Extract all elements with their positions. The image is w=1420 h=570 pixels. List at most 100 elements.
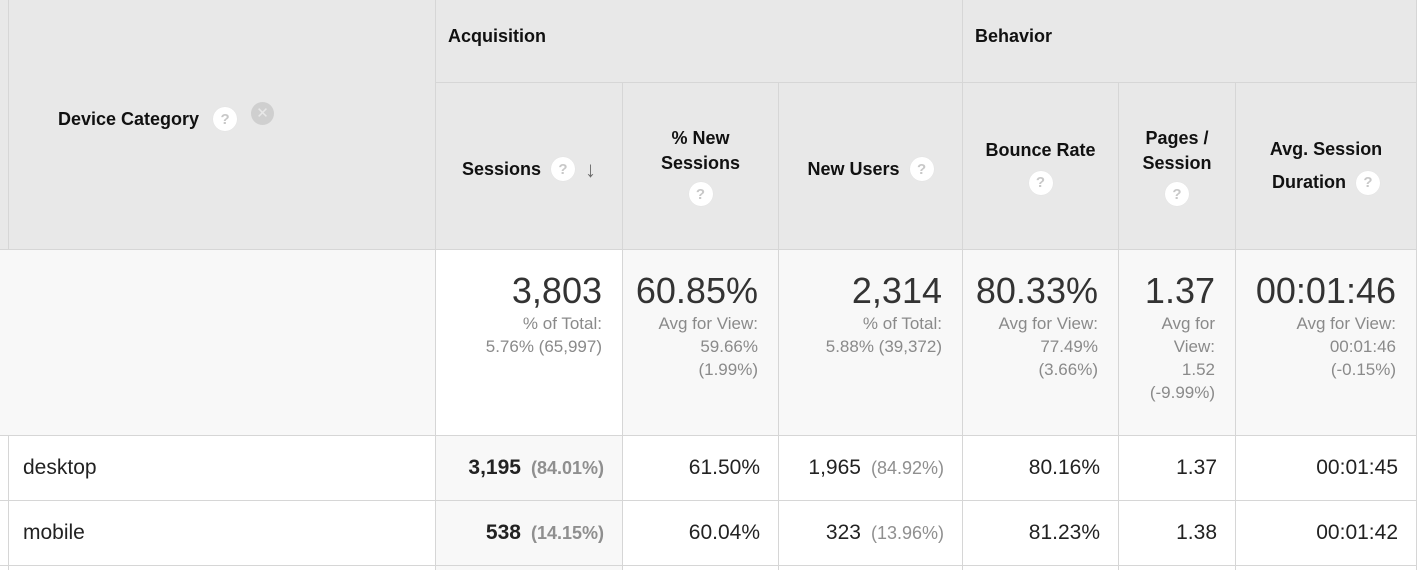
- cell-partial: [779, 566, 963, 570]
- gutter-row: [0, 566, 9, 570]
- total-sub: Avg for View:: [658, 314, 758, 333]
- total-value: 60.85%: [635, 270, 758, 311]
- cell-partial: [623, 566, 779, 570]
- column-label-line2: Duration: [1272, 172, 1346, 192]
- group-header-acquisition: Acquisition: [436, 0, 963, 83]
- group-label: Acquisition: [448, 26, 546, 46]
- total-sessions: 3,803 % of Total: 5.76% (65,997): [436, 250, 623, 436]
- total-sub: % of Total:: [862, 314, 942, 333]
- new-users-pct: (84.92%): [870, 457, 944, 478]
- table-row[interactable]: desktop: [9, 436, 436, 501]
- column-header-pages-per-session[interactable]: Pages / Session ?: [1119, 83, 1236, 250]
- column-label: Bounce Rate: [985, 139, 1096, 160]
- sessions-pct: (84.01%): [530, 457, 604, 478]
- bounce-rate-value: 80.16%: [1028, 456, 1100, 479]
- total-sub: 00:01:46: [1329, 337, 1396, 356]
- total-sub: View:: [1173, 337, 1215, 356]
- pages-per-session-value: 1.38: [1176, 521, 1217, 544]
- total-value: 80.33%: [975, 270, 1098, 311]
- new-users-value: 323: [825, 521, 861, 544]
- total-sub: 77.49%: [1040, 337, 1098, 356]
- help-icon[interactable]: ?: [688, 182, 713, 206]
- total-sub: % of Total:: [522, 314, 602, 333]
- sessions-value: 3,195: [468, 456, 521, 479]
- column-label: % New: [671, 128, 730, 148]
- new-users-value: 1,965: [808, 456, 861, 479]
- help-icon[interactable]: ?: [1356, 170, 1380, 195]
- totals-dimension-cell: [9, 250, 436, 436]
- total-sub: (-0.15%): [1330, 360, 1396, 379]
- column-label-line2: Session: [1142, 153, 1212, 173]
- cell-new-sessions-pct: 60.04%: [623, 501, 779, 566]
- sort-descending-icon[interactable]: ↓: [585, 157, 596, 182]
- group-label: Behavior: [975, 26, 1053, 46]
- column-header-new-sessions-pct[interactable]: % New Sessions ?: [623, 83, 779, 250]
- new-sessions-pct-value: 60.04%: [688, 521, 760, 544]
- cell-sessions: 3,195 (84.01%): [436, 436, 623, 501]
- help-icon[interactable]: ?: [1165, 182, 1189, 206]
- new-users-pct: (13.96%): [870, 522, 944, 543]
- total-avg-session-duration: 00:01:46 Avg for View: 00:01:46 (-0.15%): [1236, 250, 1417, 436]
- total-sub: (-9.99%): [1149, 383, 1215, 402]
- remove-dimension-icon[interactable]: ✕: [251, 101, 275, 125]
- table-row[interactable]: mobile: [9, 501, 436, 566]
- row-select-gutter: [0, 0, 9, 250]
- sessions-pct: (14.15%): [530, 522, 604, 543]
- total-sub: 1.52: [1181, 360, 1215, 379]
- cell-partial: [963, 566, 1119, 570]
- total-new-sessions-pct: 60.85% Avg for View: 59.66% (1.99%): [623, 250, 779, 436]
- help-icon[interactable]: ?: [551, 157, 576, 181]
- column-header-bounce-rate[interactable]: Bounce Rate ?: [963, 83, 1119, 250]
- column-label: Avg. Session: [1269, 139, 1383, 159]
- total-sub: 59.66%: [700, 337, 758, 356]
- total-sub: (1.99%): [698, 360, 758, 379]
- gutter-row: [0, 501, 9, 566]
- total-new-users: 2,314 % of Total: 5.88% (39,372): [779, 250, 963, 436]
- cell-pages-per-session: 1.37: [1119, 436, 1236, 501]
- cell-sessions: 538 (14.15%): [436, 501, 623, 566]
- cell-bounce-rate: 80.16%: [963, 436, 1119, 501]
- cell-avg-session-duration: 00:01:42: [1236, 501, 1417, 566]
- dimension-value[interactable]: mobile: [9, 501, 435, 565]
- cell-partial: [436, 566, 623, 570]
- help-icon[interactable]: ?: [909, 157, 934, 181]
- column-label-line2: Sessions: [660, 153, 741, 173]
- total-value: 00:01:46: [1255, 270, 1396, 311]
- cell-partial: [1119, 566, 1236, 570]
- column-label: New Users: [807, 158, 900, 179]
- total-value: 2,314: [851, 270, 942, 311]
- pages-per-session-value: 1.37: [1176, 456, 1217, 479]
- total-sub: Avg for View:: [1296, 314, 1396, 333]
- report-table: Device Category ? ✕ Acquisition Behavior…: [0, 0, 1420, 570]
- column-label: Sessions: [461, 158, 542, 179]
- total-pages-per-session: 1.37 Avg for View: 1.52 (-9.99%): [1119, 250, 1236, 436]
- gutter-totals: [0, 250, 9, 436]
- sessions-value: 538: [485, 521, 521, 544]
- help-icon[interactable]: ?: [213, 107, 238, 131]
- help-icon[interactable]: ?: [1028, 170, 1053, 195]
- cell-avg-session-duration: 00:01:45: [1236, 436, 1417, 501]
- table-row-partial: [9, 566, 436, 570]
- dimension-label: Device Category: [58, 108, 200, 129]
- total-sub: 5.76% (65,997): [485, 337, 602, 356]
- cell-new-users: 1,965 (84.92%): [779, 436, 963, 501]
- total-value: 1.37: [1144, 270, 1215, 311]
- total-sub: 5.88% (39,372): [825, 337, 942, 356]
- new-sessions-pct-value: 61.50%: [688, 456, 760, 479]
- cell-new-users: 323 (13.96%): [779, 501, 963, 566]
- column-label: Pages /: [1145, 128, 1209, 148]
- cell-bounce-rate: 81.23%: [963, 501, 1119, 566]
- column-header-sessions[interactable]: Sessions ? ↓: [436, 83, 623, 250]
- column-header-new-users[interactable]: New Users ?: [779, 83, 963, 250]
- bounce-rate-value: 81.23%: [1028, 521, 1100, 544]
- avg-session-duration-value: 00:01:45: [1316, 456, 1398, 479]
- dimension-header[interactable]: Device Category ? ✕: [9, 0, 436, 250]
- avg-session-duration-value: 00:01:42: [1316, 521, 1398, 544]
- total-value: 3,803: [511, 270, 602, 311]
- column-header-avg-session-duration[interactable]: Avg. Session Duration ?: [1236, 83, 1417, 250]
- total-bounce-rate: 80.33% Avg for View: 77.49% (3.66%): [963, 250, 1119, 436]
- gutter-row: [0, 436, 9, 501]
- dimension-value[interactable]: desktop: [9, 436, 435, 500]
- total-sub: Avg for View:: [998, 314, 1098, 333]
- cell-new-sessions-pct: 61.50%: [623, 436, 779, 501]
